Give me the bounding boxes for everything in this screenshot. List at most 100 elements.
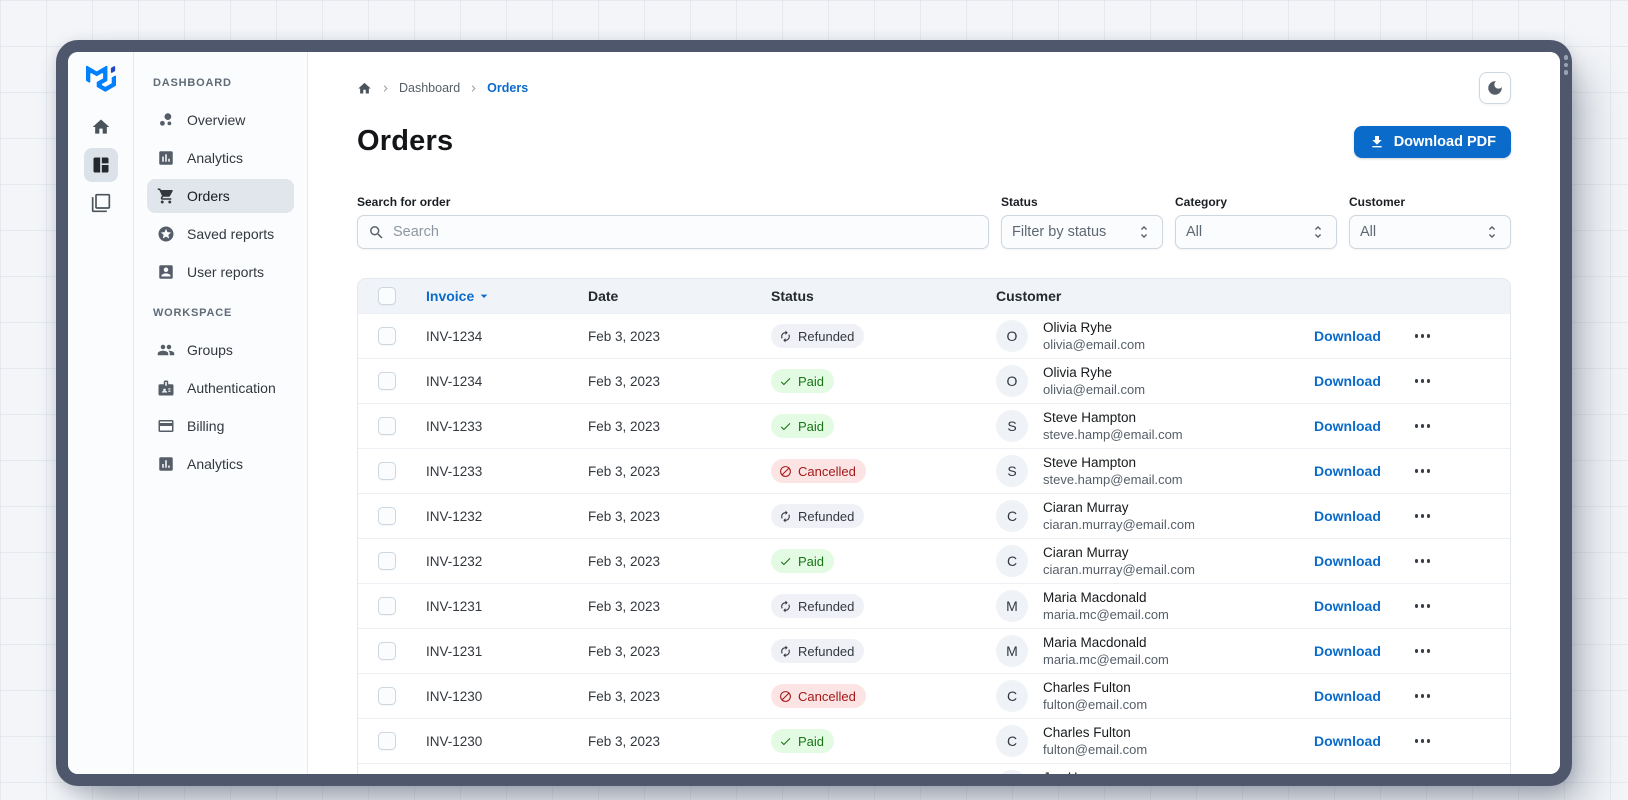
unfold-more-icon <box>1314 226 1322 238</box>
invoice-cell: INV-1231 <box>426 643 483 659</box>
download-link[interactable]: Download <box>1314 418 1381 434</box>
unfold-more-icon <box>1140 226 1148 238</box>
autorenew-icon <box>781 510 790 522</box>
analytics-icon <box>159 457 173 471</box>
avatar: O <box>996 365 1028 397</box>
avatar: C <box>996 725 1028 757</box>
download-link[interactable]: Download <box>1314 373 1381 389</box>
bubble-chart-icon <box>160 113 172 126</box>
more-options-button[interactable] <box>1413 508 1433 524</box>
avatar: O <box>996 320 1028 352</box>
row-checkbox[interactable] <box>378 732 396 750</box>
more-options-button[interactable] <box>1413 418 1433 434</box>
check-icon <box>780 377 791 385</box>
date-cell: Feb 3, 2023 <box>588 553 661 569</box>
arrow-drop-down-icon <box>480 294 488 298</box>
breadcrumb-dashboard[interactable]: Dashboard <box>399 81 460 95</box>
more-options-button[interactable] <box>1413 598 1433 614</box>
row-checkbox[interactable] <box>378 687 396 705</box>
table-row: INV-1234 Feb 3, 2023 Paid O Olivia Ryhe … <box>358 358 1510 403</box>
row-checkbox[interactable] <box>378 552 396 570</box>
group-icon <box>157 344 175 356</box>
table-row: INV-1234 Feb 3, 2023 Refunded O Olivia R… <box>358 313 1510 358</box>
status-select[interactable]: Filter by status <box>1001 215 1163 249</box>
dark-mode-toggle[interactable] <box>1479 72 1511 104</box>
status-label: Paid <box>798 553 825 569</box>
invoice-sort-header[interactable]: Invoice <box>426 288 588 304</box>
download-link[interactable]: Download <box>1314 463 1381 479</box>
date-cell: Feb 3, 2023 <box>588 733 661 749</box>
more-options-button[interactable] <box>1413 373 1433 389</box>
more-options-button[interactable] <box>1413 733 1433 749</box>
unfold-more-icon <box>1488 226 1496 238</box>
sidebar-item-overview[interactable]: Overview <box>147 103 294 137</box>
select-all-checkbox[interactable] <box>378 287 396 305</box>
first-sidebar <box>68 52 134 774</box>
customer-name: Olivia Ryhe <box>1043 365 1113 380</box>
customer-email: steve.hamp@email.com <box>1043 427 1183 442</box>
download-link[interactable]: Download <box>1314 688 1381 704</box>
row-checkbox[interactable] <box>378 642 396 660</box>
row-checkbox[interactable] <box>378 327 396 345</box>
avatar: C <box>996 545 1028 577</box>
download-link[interactable]: Download <box>1314 328 1381 344</box>
moon-icon <box>1488 81 1502 95</box>
row-checkbox[interactable] <box>378 507 396 525</box>
breadcrumb-orders[interactable]: Orders <box>487 81 528 95</box>
breadcrumb-home-icon[interactable] <box>357 81 372 96</box>
status-chip: Paid <box>771 549 835 573</box>
layers-icon <box>91 193 110 213</box>
row-checkbox[interactable] <box>378 417 396 435</box>
rail-dashboard-button[interactable] <box>83 148 118 182</box>
status-label: Cancelled <box>798 463 856 479</box>
download-link[interactable]: Download <box>1314 733 1381 749</box>
download-link[interactable]: Download <box>1314 508 1381 524</box>
scrollbar-dots[interactable] <box>1563 55 1568 75</box>
customer-name: Steve Hampton <box>1043 410 1137 425</box>
sidebar-item-saved-reports[interactable]: Saved reports <box>147 217 294 251</box>
download-link[interactable]: Download <box>1314 598 1381 614</box>
more-options-button[interactable] <box>1413 688 1433 704</box>
customer-filter-label: Customer <box>1349 195 1406 209</box>
more-options-button[interactable] <box>1413 328 1433 344</box>
mui-logo <box>85 64 116 92</box>
sidebar-item-authentication[interactable]: Authentication <box>147 371 294 405</box>
customer-name: Olivia Ryhe <box>1043 320 1113 335</box>
invoice-column-label: Invoice <box>426 288 475 304</box>
sidebar-item-groups[interactable]: Groups <box>147 333 294 367</box>
download-link[interactable]: Download <box>1314 643 1381 659</box>
status-chip: Cancelled <box>771 459 866 483</box>
customer-select[interactable]: All <box>1349 215 1511 249</box>
rail-home-button[interactable] <box>84 110 118 144</box>
customer-email: maria.mc@email.com <box>1043 607 1169 622</box>
status-chip: Paid <box>771 369 835 393</box>
status-chip: Refunded <box>771 594 865 618</box>
sidebar-item-orders[interactable]: Orders <box>147 179 294 213</box>
more-options-button[interactable] <box>1413 643 1433 659</box>
check-icon <box>780 557 791 565</box>
more-options-button[interactable] <box>1413 553 1433 569</box>
sidebar-item-analytics[interactable]: Analytics <box>147 141 294 175</box>
more-options-button[interactable] <box>1413 463 1433 479</box>
sidebar-item-label: Analytics <box>187 456 244 472</box>
row-checkbox[interactable] <box>378 462 396 480</box>
sidebar-item-user-reports[interactable]: User reports <box>147 255 294 289</box>
avatar: S <box>996 455 1028 487</box>
search-field[interactable] <box>357 215 989 249</box>
table-header: Invoice Date Status Customer <box>358 279 1510 313</box>
block-icon <box>780 690 791 702</box>
date-cell: Feb 3, 2023 <box>588 598 661 614</box>
download-pdf-button[interactable]: Download PDF <box>1353 125 1511 158</box>
sidebar-item-analytics-workspace[interactable]: Analytics <box>147 447 294 481</box>
search-input[interactable] <box>393 224 978 240</box>
row-checkbox[interactable] <box>378 597 396 615</box>
download-link[interactable]: Download <box>1314 553 1381 569</box>
category-select[interactable]: All <box>1175 215 1337 249</box>
rail-layers-button[interactable] <box>84 186 118 220</box>
invoice-cell: INV-1230 <box>426 733 483 749</box>
customer-email: ciaran.murray@email.com <box>1043 517 1195 532</box>
date-cell: Feb 3, 2023 <box>588 418 661 434</box>
status-label: Refunded <box>798 598 855 614</box>
row-checkbox[interactable] <box>378 372 396 390</box>
sidebar-item-billing[interactable]: Billing <box>147 409 294 443</box>
